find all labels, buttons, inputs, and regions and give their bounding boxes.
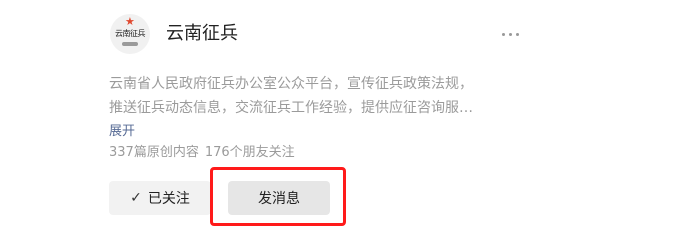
star-icon: ★	[125, 15, 135, 28]
brush-stroke-icon	[122, 42, 138, 46]
check-icon: ✓	[130, 190, 142, 206]
send-message-button-label: 发消息	[258, 191, 300, 207]
account-name: 云南征兵	[166, 23, 238, 44]
more-dots-icon	[515, 32, 519, 36]
original-content-count: 337篇原创内容	[109, 145, 199, 160]
avatar-logo-text: 云南征兵	[115, 29, 146, 38]
followed-button-label: 已关注	[147, 191, 190, 207]
avatar[interactable]: ★ 云南征兵	[110, 14, 150, 54]
profile-header: ★ 云南征兵 云南征兵	[110, 14, 530, 54]
more-dots-icon	[501, 32, 505, 36]
followed-button[interactable]: ✓ 已关注	[109, 181, 211, 215]
expand-link[interactable]: 展开	[109, 122, 135, 142]
description-line: 推送征兵动态信息，交流征兵工作经验，提供应征咨询服…	[109, 100, 473, 116]
send-message-button[interactable]: 发消息	[228, 181, 330, 215]
more-dots-icon	[508, 32, 512, 36]
friends-following-count: 176个朋友关注	[204, 145, 295, 160]
description-line: 云南省人民政府征兵办公室公众平台，宣传征兵政策法规，	[109, 76, 473, 92]
account-stats: 337篇原创内容 176个朋友关注	[109, 143, 295, 163]
more-options-button[interactable]	[498, 22, 522, 46]
account-description: 云南省人民政府征兵办公室公众平台，宣传征兵政策法规， 推送征兵动态信息，交流征兵…	[109, 72, 521, 120]
account-profile-card: ★ 云南征兵 云南征兵 云南省人民政府征兵办公室公众平台，宣传征兵政策法规， 推…	[90, 0, 530, 241]
